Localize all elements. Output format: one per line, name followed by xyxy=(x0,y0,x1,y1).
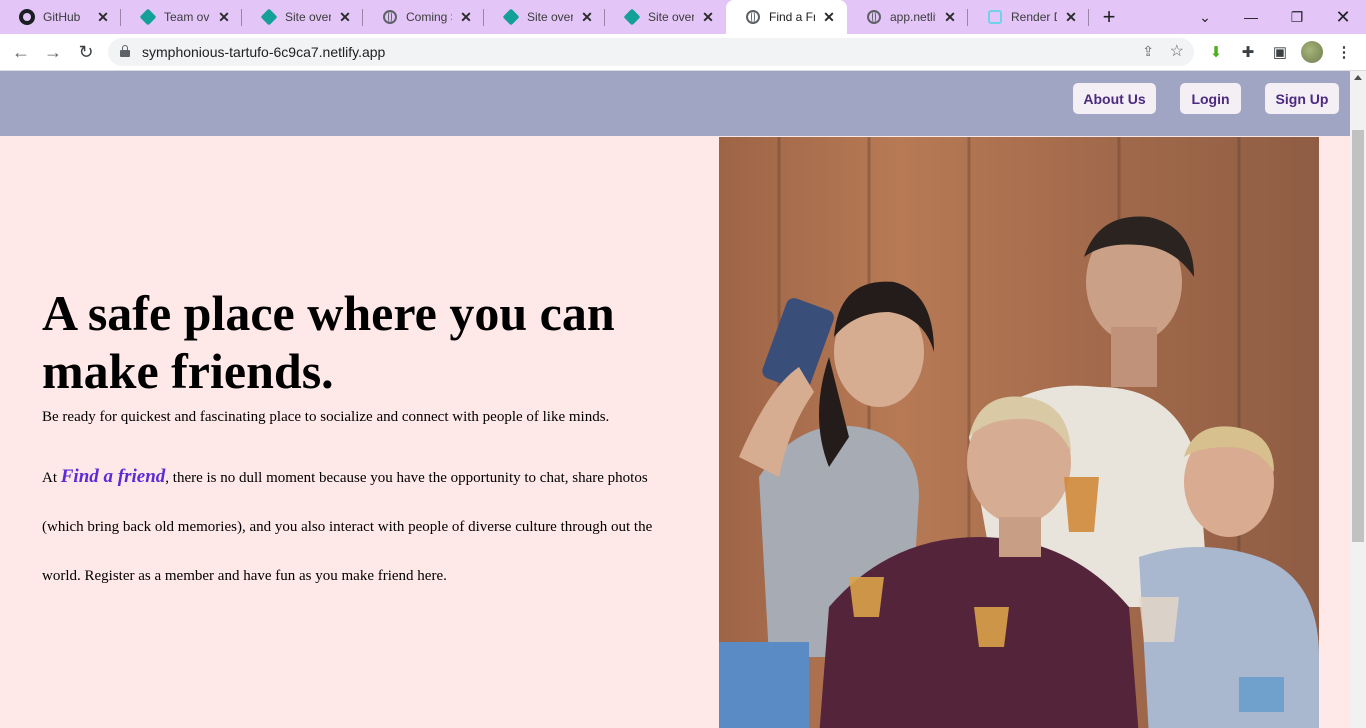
site-navbar: About Us Login Sign Up xyxy=(0,71,1350,136)
close-icon[interactable]: ✕ xyxy=(700,9,716,25)
tab-title: app.netlify xyxy=(890,10,936,24)
netlify-icon xyxy=(260,8,278,26)
netlify-icon xyxy=(623,8,641,26)
tab-render-dashboard[interactable]: Render Dashboard ✕ xyxy=(968,0,1089,34)
netlify-icon xyxy=(139,8,157,26)
tab-team-overview[interactable]: Team overview ✕ xyxy=(121,0,242,34)
brand-name: Find a friend xyxy=(60,466,166,487)
forward-arrow-icon[interactable]: → xyxy=(39,38,67,66)
scrollbar-thumb[interactable] xyxy=(1352,130,1364,542)
profile-avatar[interactable] xyxy=(1301,41,1323,63)
description-prefix: At xyxy=(42,470,61,486)
tab-find-a-friend[interactable]: Find a Friend ✕ xyxy=(726,0,847,34)
tab-site-overview[interactable]: Site overview ✕ xyxy=(605,0,726,34)
hero-photo-friends-selfie xyxy=(719,137,1319,728)
browser-toolbar: ← → ↻ symphonious-tartufo-6c9ca7.netlify… xyxy=(0,34,1366,71)
render-icon xyxy=(987,9,1003,25)
tab-app-netlify[interactable]: app.netlify ✕ xyxy=(847,0,968,34)
scroll-up-arrow-icon[interactable] xyxy=(1354,75,1362,80)
tab-title: Render Dashboard xyxy=(1011,10,1057,24)
close-icon[interactable]: ✕ xyxy=(942,9,958,25)
bookmark-star-icon[interactable]: ☆ xyxy=(1170,41,1184,61)
tab-title: Site overview xyxy=(648,10,694,24)
tab-site-overview[interactable]: Site overview ✕ xyxy=(484,0,605,34)
tab-title: Coming Soon xyxy=(406,10,452,24)
url-text[interactable]: symphonious-tartufo-6c9ca7.netlify.app xyxy=(142,44,385,60)
tab-title: GitHub xyxy=(43,10,81,24)
address-bar[interactable]: symphonious-tartufo-6c9ca7.netlify.app ⇪… xyxy=(108,38,1194,66)
menu-kebab-icon[interactable]: ⋮ xyxy=(1334,42,1354,62)
window-close-icon[interactable]: ✕ xyxy=(1320,0,1366,34)
tab-site-overview[interactable]: Site overview ✕ xyxy=(242,0,363,34)
tab-strip: GitHub ✕ Team overview ✕ Site overview ✕… xyxy=(0,0,1366,34)
sign-up-button[interactable]: Sign Up xyxy=(1265,83,1339,114)
close-icon[interactable]: ✕ xyxy=(95,9,111,25)
github-icon xyxy=(19,9,35,25)
reload-icon[interactable]: ↻ xyxy=(72,38,100,66)
tab-github[interactable]: GitHub ✕ xyxy=(0,0,121,34)
tab-title: Site overview xyxy=(285,10,331,24)
friends-selfie-illustration xyxy=(719,137,1319,728)
hero-intro-text: Be ready for quickest and fascinating pl… xyxy=(42,409,610,425)
download-extension-icon[interactable]: ⬇ xyxy=(1206,42,1226,62)
new-tab-button[interactable]: + xyxy=(1089,0,1129,34)
minimize-icon[interactable]: — xyxy=(1228,0,1274,34)
close-icon[interactable]: ✕ xyxy=(337,9,353,25)
tab-search-chevron-icon[interactable]: ⌄ xyxy=(1182,0,1228,34)
about-us-button[interactable]: About Us xyxy=(1073,83,1156,114)
close-icon[interactable]: ✕ xyxy=(1063,9,1079,25)
globe-icon xyxy=(745,9,761,25)
globe-icon xyxy=(382,9,398,25)
description-body: , there is no dull moment because you ha… xyxy=(42,470,653,584)
tab-title: Team overview xyxy=(164,10,210,24)
tab-title: Find a Friend xyxy=(769,10,815,24)
close-icon[interactable]: ✕ xyxy=(821,9,837,25)
netlify-icon xyxy=(502,8,520,26)
hero-headline: A safe place where you can make friends. xyxy=(42,285,615,399)
tab-coming-soon[interactable]: Coming Soon ✕ xyxy=(363,0,484,34)
extensions-puzzle-icon[interactable]: ✚ xyxy=(1238,42,1258,62)
globe-icon xyxy=(866,9,882,25)
tab-title: Site overview xyxy=(527,10,573,24)
close-icon[interactable]: ✕ xyxy=(579,9,595,25)
page-scrollbar[interactable] xyxy=(1350,71,1366,728)
side-panel-icon[interactable]: ▣ xyxy=(1270,42,1290,62)
share-icon[interactable]: ⇪ xyxy=(1142,43,1154,60)
login-button[interactable]: Login xyxy=(1180,83,1241,114)
lock-icon[interactable] xyxy=(120,45,130,57)
hero-description: At Find a friend, there is no dull momen… xyxy=(42,452,662,601)
back-arrow-icon[interactable]: ← xyxy=(7,38,35,66)
restore-icon[interactable]: ❐ xyxy=(1274,0,1320,34)
close-icon[interactable]: ✕ xyxy=(458,9,474,25)
page-viewport: About Us Login Sign Up A safe place wher… xyxy=(0,71,1366,728)
close-icon[interactable]: ✕ xyxy=(216,9,232,25)
